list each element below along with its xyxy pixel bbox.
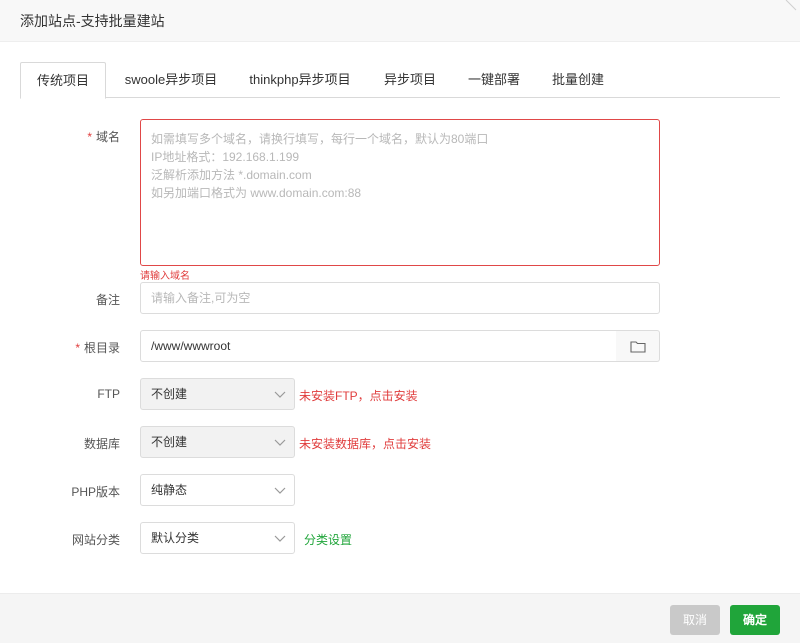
root-dir-label: * 根目录 [20, 339, 120, 356]
php-version-select-value: 纯静态 [151, 483, 188, 497]
folder-icon [629, 340, 646, 353]
required-mark: * [75, 341, 80, 355]
install-database-link[interactable]: 未安装数据库，点击安装 [299, 435, 431, 452]
project-type-tabs: 传统项目 swoole异步项目 thinkphp异步项目 异步项目 一键部署 批… [20, 62, 780, 99]
ftp-select[interactable]: 不创建 [140, 378, 295, 410]
confirm-button[interactable]: 确定 [730, 605, 780, 635]
dialog-title: 添加站点-支持批量建站 [20, 13, 165, 29]
close-icon[interactable] [770, 0, 800, 20]
php-version-label: PHP版本 [71, 485, 120, 499]
domain-label-text: 域名 [95, 130, 120, 144]
chevron-down-icon [274, 439, 286, 446]
remark-label: 备注 [95, 293, 120, 307]
site-category-label: 网站分类 [71, 533, 120, 547]
domain-placeholder-line: IP地址格式：192.168.1.199 [151, 150, 300, 164]
category-settings-link[interactable]: 分类设置 [304, 531, 352, 548]
database-select[interactable]: 不创建 [140, 426, 295, 458]
tab-async[interactable]: 异步项目 [376, 62, 444, 98]
chevron-down-icon [274, 391, 286, 398]
root-dir-input[interactable]: /www/wwwroot [140, 330, 617, 362]
domain-placeholder-line: 如另加端口格式为 www.domain.com:88 [151, 186, 362, 200]
chevron-down-icon [274, 487, 286, 494]
tab-thinkphp[interactable]: thinkphp异步项目 [238, 62, 362, 98]
tab-batch-create[interactable]: 批量创建 [544, 62, 612, 98]
database-select-value: 不创建 [151, 435, 188, 449]
remark-input[interactable]: 请输入备注,可为空 [140, 282, 660, 314]
domain-textarea[interactable]: 如需填写多个域名，请换行填写，每行一个域名，默认为80端口 IP地址格式：192… [140, 119, 660, 266]
ftp-select-value: 不创建 [151, 387, 188, 401]
root-dir-label-text: 根目录 [83, 341, 120, 355]
tab-one-click-deploy[interactable]: 一键部署 [460, 62, 528, 98]
dialog-titlebar: 添加站点-支持批量建站 [0, 0, 800, 42]
ftp-label: FTP [97, 387, 120, 401]
tab-traditional[interactable]: 传统项目 [20, 62, 106, 99]
domain-placeholder-line: 泛解析添加方法 *.domain.com [151, 168, 312, 182]
install-ftp-link[interactable]: 未安装FTP，点击安装 [299, 387, 418, 404]
browse-folder-button[interactable] [616, 330, 660, 362]
php-version-select[interactable]: 纯静态 [140, 474, 295, 506]
database-label: 数据库 [83, 437, 120, 451]
chevron-down-icon [274, 535, 286, 542]
site-category-select-value: 默认分类 [151, 531, 200, 545]
required-mark: * [87, 130, 92, 144]
site-category-select[interactable]: 默认分类 [140, 522, 295, 554]
domain-label: * 域名 [20, 128, 120, 145]
domain-placeholder-line: 如需填写多个域名，请换行填写，每行一个域名，默认为80端口 [151, 132, 489, 146]
tab-swoole[interactable]: swoole异步项目 [116, 62, 226, 98]
cancel-button[interactable]: 取消 [670, 605, 720, 635]
domain-error-tip: 请输入域名 [140, 271, 190, 282]
